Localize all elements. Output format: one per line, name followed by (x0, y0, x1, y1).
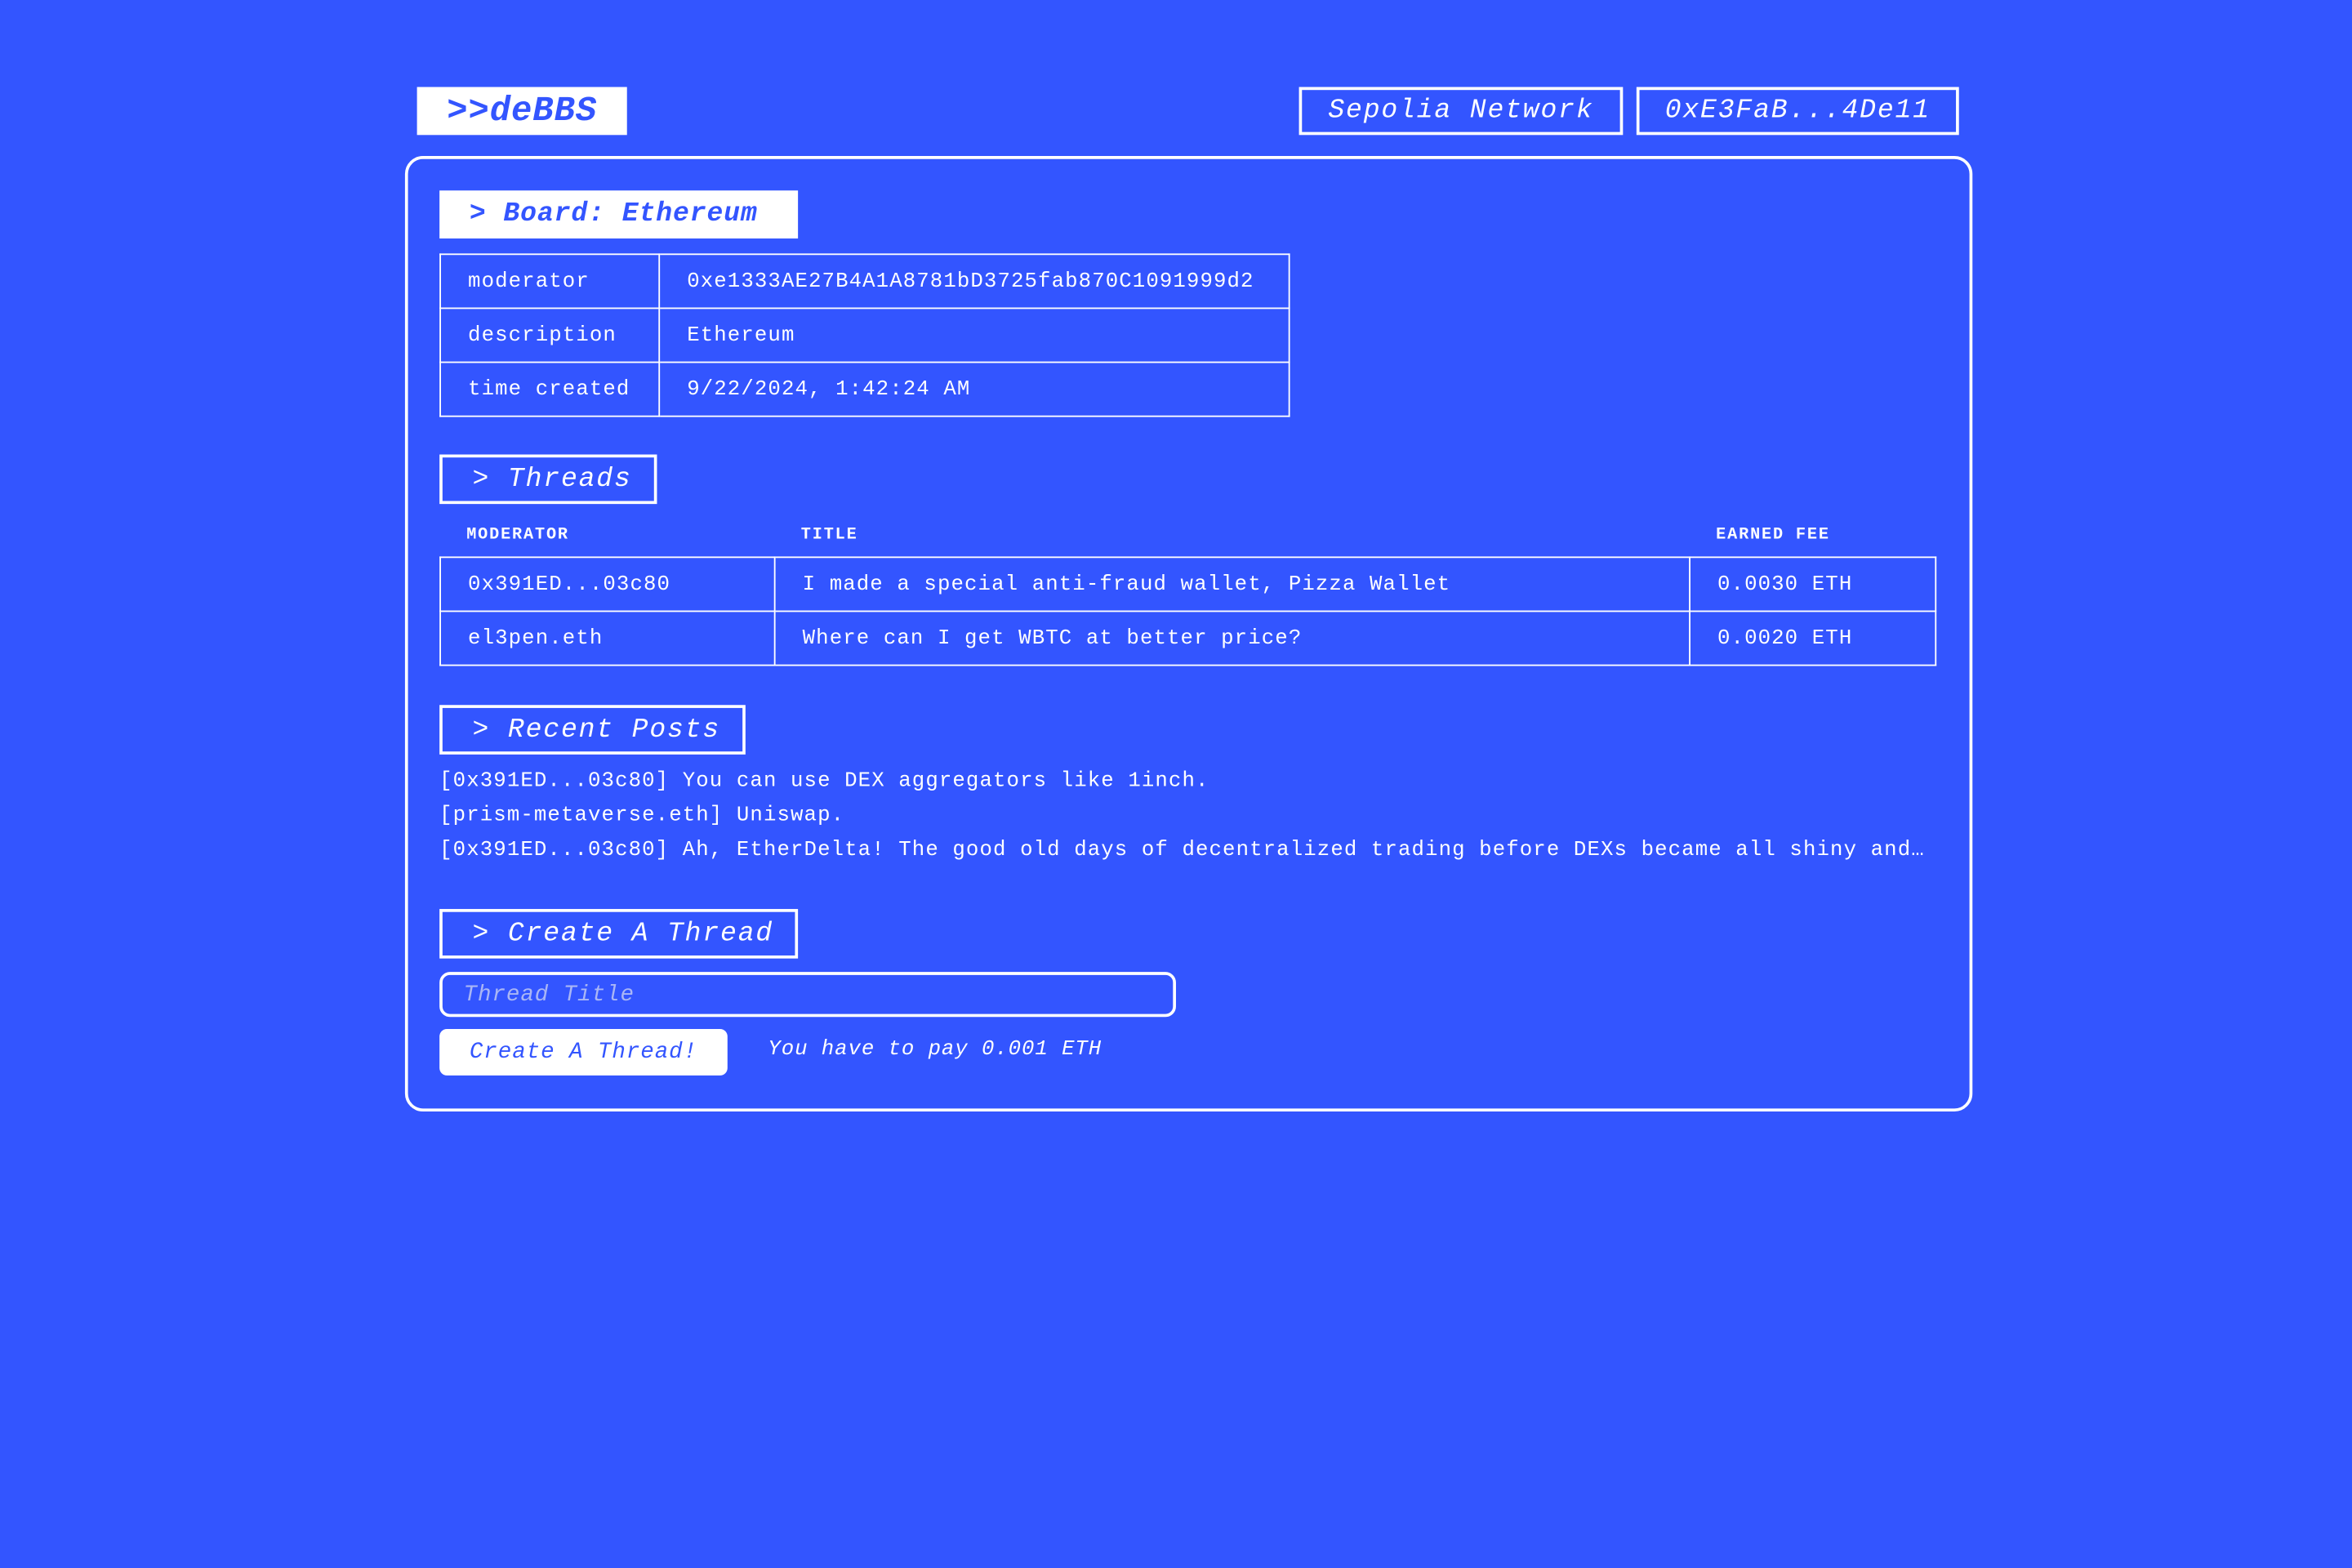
post-item[interactable]: [0x391ED...03c80] You can use DEX aggreg… (439, 769, 1936, 793)
column-header-earned-fee: EARNED FEE (1716, 526, 1830, 545)
board-info-row: time created 9/22/2024, 1:42:24 AM (439, 361, 1290, 417)
board-info-row: description Ethereum (439, 307, 1290, 363)
thread-moderator[interactable]: 0x391ED...03c80 (439, 556, 776, 612)
threads-title: > Threads (439, 454, 657, 505)
network-badge[interactable]: Sepolia Network (1298, 87, 1624, 136)
thread-title-input[interactable] (439, 972, 1176, 1018)
thread-title[interactable]: I made a special anti-fraud wallet, Pizz… (773, 556, 1690, 612)
thread-fee: 0.0030 ETH (1689, 556, 1937, 612)
table-row[interactable]: 0x391ED...03c80 I made a special anti-fr… (439, 556, 1937, 612)
fee-note: You have to pay 0.001 ETH (768, 1037, 1102, 1062)
board-info-table: moderator 0xe1333AE27B4A1A8781bD3725fab8… (439, 253, 1290, 417)
info-value: 9/22/2024, 1:42:24 AM (658, 361, 1290, 417)
info-label: moderator (439, 253, 661, 310)
board-info-row: moderator 0xe1333AE27B4A1A8781bD3725fab8… (439, 253, 1290, 310)
table-row[interactable]: el3pen.eth Where can I get WBTC at bette… (439, 610, 1937, 666)
post-item[interactable]: [prism-metaverse.eth] Uniswap. (439, 804, 1936, 827)
threads-table: 0x391ED...03c80 I made a special anti-fr… (439, 556, 1937, 666)
thread-moderator[interactable]: el3pen.eth (439, 610, 776, 666)
wallet-address-button[interactable]: 0xE3FaB...4De11 (1636, 87, 1959, 136)
info-value: Ethereum (658, 307, 1290, 363)
info-value: 0xe1333AE27B4A1A8781bD3725fab870C1091999… (658, 253, 1290, 310)
create-thread-button[interactable]: Create A Thread! (439, 1028, 728, 1076)
column-header-moderator: MODERATOR (466, 526, 569, 545)
recent-posts-title: > Recent Posts (439, 705, 746, 755)
create-thread-title: > Create A Thread (439, 909, 799, 959)
column-header-title: TITLE (800, 526, 858, 545)
thread-title[interactable]: Where can I get WBTC at better price? (773, 610, 1690, 666)
info-label: time created (439, 361, 661, 417)
board-title: > Board: Ethereum (439, 190, 799, 239)
info-label: description (439, 307, 661, 363)
page: >>deBBS Sepolia Network 0xE3FaB...4De11 … (0, 0, 2352, 1568)
app-logo[interactable]: >>deBBS (416, 87, 627, 136)
post-item[interactable]: [0x391ED...03c80] Ah, EtherDelta! The go… (439, 839, 1936, 862)
thread-fee: 0.0020 ETH (1689, 610, 1937, 666)
